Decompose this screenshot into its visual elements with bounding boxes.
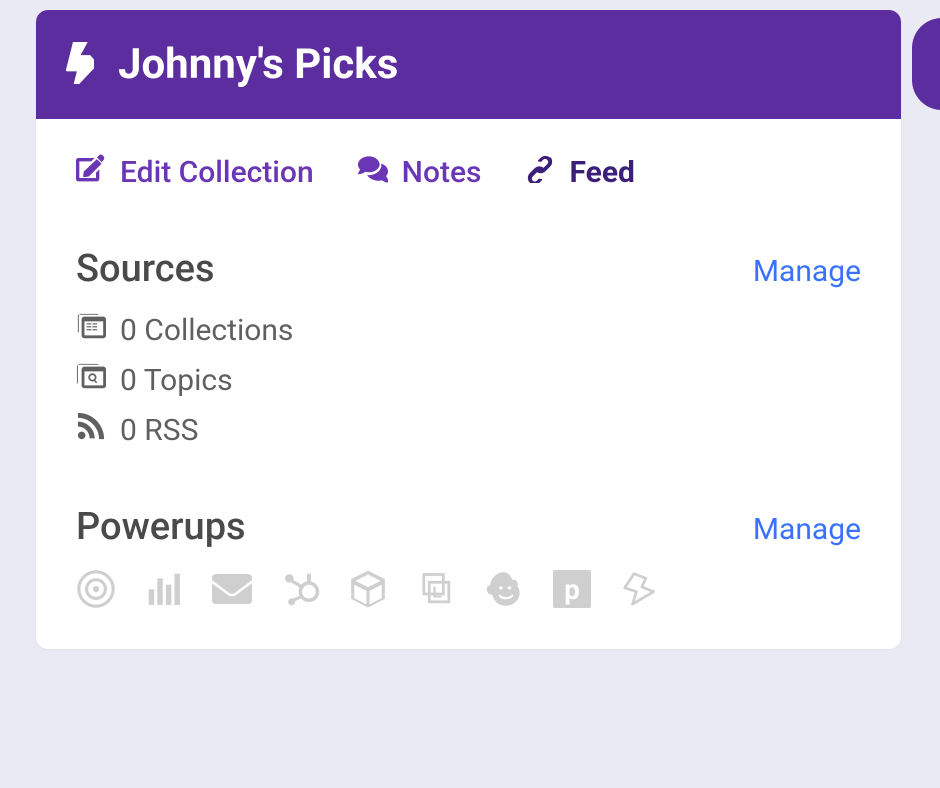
powerups-manage-link[interactable]: Manage <box>753 512 861 547</box>
source-topics-label: 0 Topics <box>120 363 233 398</box>
source-collections: 0 Collections <box>76 311 861 349</box>
rss-icon <box>76 411 106 449</box>
svg-text:L: L <box>432 585 442 602</box>
link-icon <box>525 153 555 191</box>
cube-icon[interactable] <box>348 569 388 609</box>
buffer-icon[interactable]: L <box>416 569 456 609</box>
sources-title: Sources <box>76 247 215 291</box>
sources-list: 0 Collections 0 Topics 0 RSS <box>76 311 861 449</box>
powerups-header-row: Powerups Manage <box>76 505 861 549</box>
source-rss: 0 RSS <box>76 411 861 449</box>
collection-card: Johnny's Picks Edit Collection Notes Fee… <box>36 10 901 649</box>
sources-manage-link[interactable]: Manage <box>753 254 861 289</box>
lightning-icon <box>64 42 118 88</box>
collection-title: Johnny's Picks <box>118 40 398 89</box>
edit-icon <box>76 153 106 191</box>
collections-icon <box>76 311 106 349</box>
target-icon[interactable] <box>76 569 116 609</box>
tab-feed[interactable]: Feed <box>525 153 634 191</box>
tab-notes-label: Notes <box>402 155 482 190</box>
p-square-icon[interactable]: p <box>552 569 592 609</box>
tab-edit-collection[interactable]: Edit Collection <box>76 153 314 191</box>
powerups-title: Powerups <box>76 505 246 549</box>
source-topics: 0 Topics <box>76 361 861 399</box>
tabs: Edit Collection Notes Feed <box>76 153 861 191</box>
powerups-icon-row: L p <box>76 569 861 609</box>
hubspot-icon[interactable] <box>280 569 320 609</box>
comments-icon <box>358 153 388 191</box>
tab-edit-label: Edit Collection <box>120 155 314 190</box>
avatar-partial[interactable] <box>912 18 940 110</box>
topics-icon <box>76 361 106 399</box>
bars-icon[interactable] <box>144 569 184 609</box>
sources-header-row: Sources Manage <box>76 247 861 291</box>
tab-feed-label: Feed <box>569 155 634 190</box>
mailchimp-icon[interactable] <box>484 569 524 609</box>
stripe-icon[interactable] <box>620 569 660 609</box>
card-header: Johnny's Picks <box>36 10 901 119</box>
envelope-icon[interactable] <box>212 569 252 609</box>
tab-notes[interactable]: Notes <box>358 153 482 191</box>
card-body: Edit Collection Notes Feed Sources Manag… <box>36 119 901 649</box>
source-collections-label: 0 Collections <box>120 313 293 348</box>
source-rss-label: 0 RSS <box>120 413 198 448</box>
